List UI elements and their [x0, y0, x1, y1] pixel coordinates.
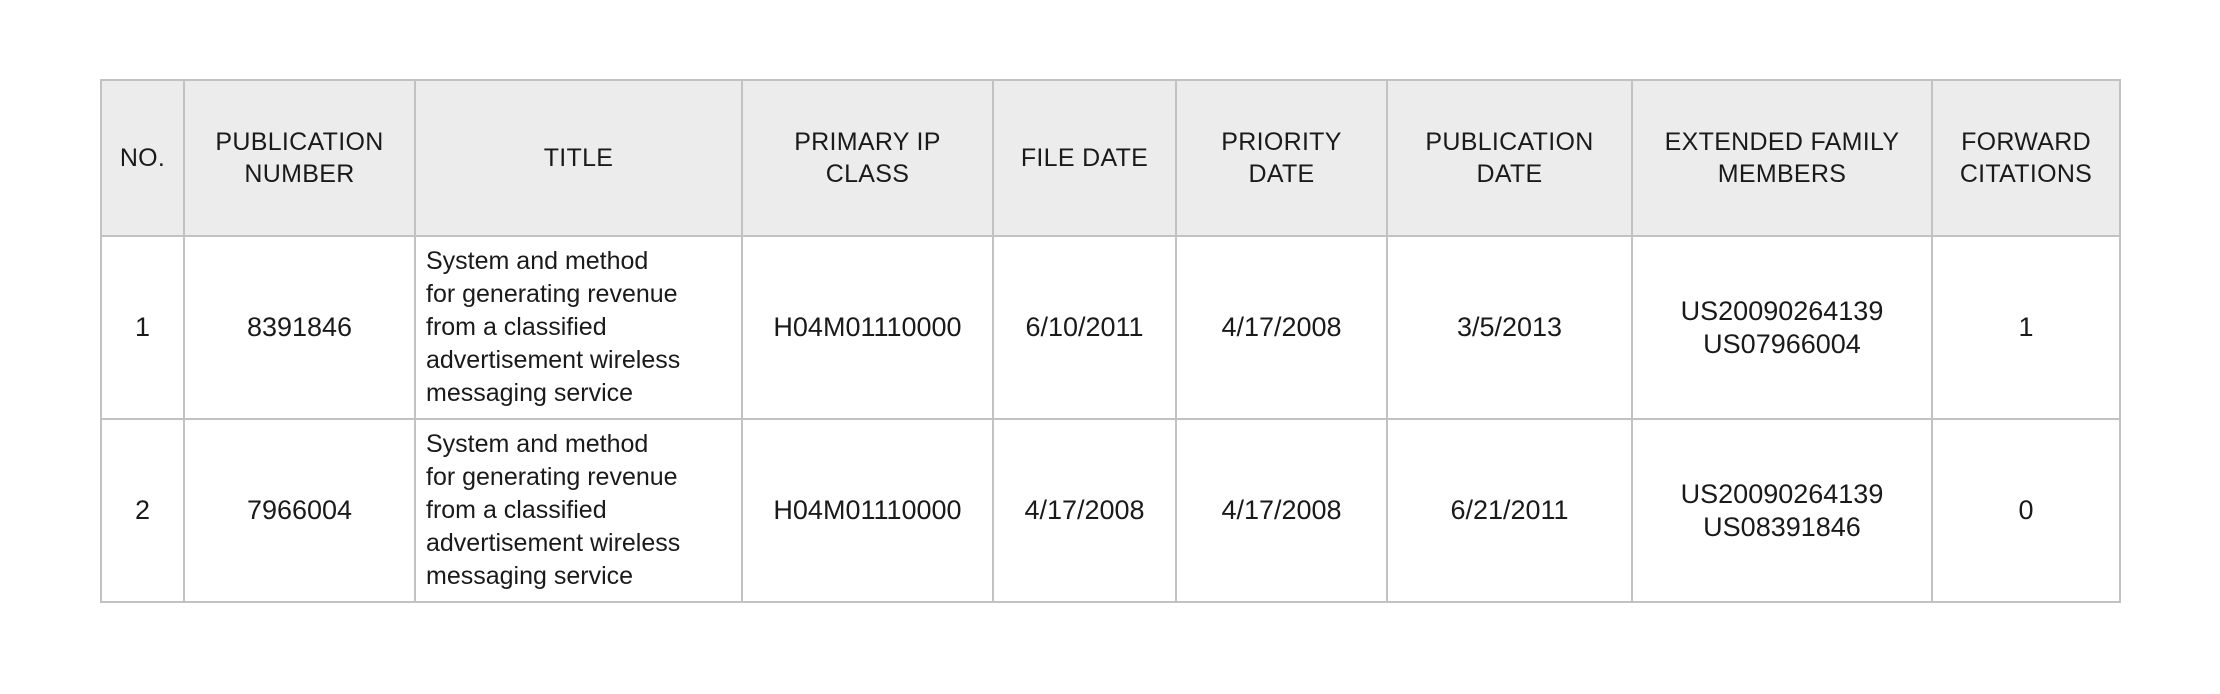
header-priority-date: PRIORITY DATE	[1175, 79, 1388, 237]
header-label: CITATIONS	[1959, 160, 2093, 188]
cell-extended-family-members: US20090264139 US07966004	[1631, 235, 1933, 420]
header-label: PRIORITY	[1221, 128, 1342, 156]
title-line: from a classified	[426, 496, 607, 524]
cell-title: System and method for generating revenue…	[414, 235, 743, 420]
patent-table: NO. PUBLICATION NUMBER TITLE PRIMARY IP CL…	[100, 79, 2121, 603]
table-row: 1 8391846 System and method for generati…	[100, 235, 2121, 420]
cell-publication-date: 3/5/2013	[1386, 235, 1633, 420]
family-member: US07966004	[1703, 328, 1861, 359]
header-label: PRIMARY IP	[794, 128, 941, 156]
cell-forward-citations: 0	[1931, 418, 2121, 603]
header-label: FILE DATE	[1020, 144, 1149, 172]
header-label: PUBLICATION	[1425, 128, 1594, 156]
family-member: US20090264139	[1680, 295, 1884, 326]
title-line: advertisement wireless	[426, 346, 681, 374]
cell-title: System and method for generating revenue…	[414, 418, 743, 603]
cell-publication-number: 7966004	[183, 418, 416, 603]
header-label: DATE	[1248, 160, 1315, 188]
header-label: EXTENDED FAMILY	[1664, 128, 1900, 156]
cell-primary-ip-class: H04M01110000	[741, 418, 994, 603]
title-line: System and method	[426, 247, 649, 275]
header-title: TITLE	[414, 79, 743, 237]
title-line: System and method	[426, 430, 649, 458]
header-extended-family-members: EXTENDED FAMILY MEMBERS	[1631, 79, 1933, 237]
title-line: for generating revenue	[426, 280, 678, 308]
family-member: US08391846	[1703, 511, 1861, 542]
header-label: NUMBER	[244, 160, 355, 188]
header-label: PUBLICATION	[215, 128, 384, 156]
cell-priority-date: 4/17/2008	[1175, 235, 1388, 420]
cell-priority-date: 4/17/2008	[1175, 418, 1388, 603]
header-label: MEMBERS	[1717, 160, 1847, 188]
cell-file-date: 4/17/2008	[992, 418, 1177, 603]
header-label: CLASS	[825, 160, 910, 188]
header-label: FORWARD	[1961, 128, 2091, 156]
cell-no: 1	[100, 235, 185, 420]
title-line: from a classified	[426, 313, 607, 341]
header-row: NO. PUBLICATION NUMBER TITLE PRIMARY IP CL…	[100, 79, 2121, 237]
title-line: messaging service	[426, 562, 634, 590]
title-line: for generating revenue	[426, 463, 678, 491]
header-forward-citations: FORWARD CITATIONS	[1931, 79, 2121, 237]
header-label: NO.	[119, 144, 166, 172]
title-line: advertisement wireless	[426, 529, 681, 557]
header-publication-date: PUBLICATION DATE	[1386, 79, 1633, 237]
cell-extended-family-members: US20090264139 US08391846	[1631, 418, 1933, 603]
header-no: NO.	[100, 79, 185, 237]
title-line: messaging service	[426, 379, 634, 407]
cell-publication-date: 6/21/2011	[1386, 418, 1633, 603]
cell-publication-number: 8391846	[183, 235, 416, 420]
cell-file-date: 6/10/2011	[992, 235, 1177, 420]
cell-forward-citations: 1	[1931, 235, 2121, 420]
table-row: 2 7966004 System and method for generati…	[100, 418, 2121, 603]
header-file-date: FILE DATE	[992, 79, 1177, 237]
cell-no: 2	[100, 418, 185, 603]
cell-primary-ip-class: H04M01110000	[741, 235, 994, 420]
header-label: DATE	[1476, 160, 1543, 188]
header-primary-ip-class: PRIMARY IP CLASS	[741, 79, 994, 237]
header-label: TITLE	[543, 144, 614, 172]
family-member: US20090264139	[1680, 478, 1884, 509]
header-publication-number: PUBLICATION NUMBER	[183, 79, 416, 237]
